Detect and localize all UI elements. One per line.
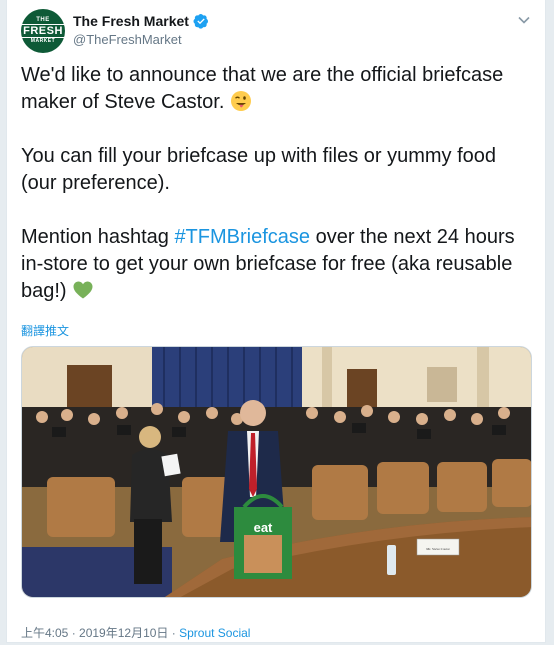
display-name-text: The Fresh Market bbox=[73, 13, 189, 29]
tweet-paragraph-3: Mention hashtag #TFMBriefcase over the n… bbox=[21, 224, 536, 305]
tweet-meta: 上午4:05 · 2019年12月10日 · Sprout Social bbox=[21, 624, 250, 641]
avatar-line3: MARKET bbox=[30, 38, 56, 44]
winking-tongue-face-emoji bbox=[230, 91, 251, 111]
avatar-line1: THE bbox=[36, 17, 50, 23]
handle[interactable]: @TheFreshMarket bbox=[73, 32, 182, 47]
tweet-card[interactable]: THE FRESH MARKET The Fresh Market @TheFr… bbox=[6, 0, 546, 643]
translate-tweet-link[interactable]: 翻譯推文 bbox=[21, 322, 69, 339]
hashtag-link[interactable]: #TFMBriefcase bbox=[174, 226, 310, 248]
tweet-paragraph-2: You can fill your briefcase up with file… bbox=[21, 145, 497, 194]
paragraph-1-text: We'd like to announce that we are the of… bbox=[21, 64, 504, 113]
green-heart-emoji bbox=[73, 281, 93, 299]
tweet-paragraph-1: We'd like to announce that we are the of… bbox=[21, 62, 536, 116]
meta-separator: · bbox=[168, 626, 180, 640]
display-name[interactable]: The Fresh Market bbox=[73, 13, 209, 29]
tweet-photo[interactable]: Mr. Steve Castor eat bbox=[21, 346, 532, 598]
avatar[interactable]: THE FRESH MARKET bbox=[21, 9, 65, 53]
tweet-text: We'd like to announce that we are the of… bbox=[21, 62, 536, 332]
chevron-down-icon[interactable] bbox=[517, 13, 531, 27]
avatar-line2: FRESH bbox=[22, 24, 64, 38]
verified-badge-icon bbox=[193, 14, 208, 29]
paragraph-3-before: Mention hashtag bbox=[21, 226, 175, 248]
source-link[interactable]: Sprout Social bbox=[179, 626, 250, 640]
nameplate: Mr. Steve Castor bbox=[426, 547, 450, 551]
hearing-room-photo: Mr. Steve Castor eat bbox=[22, 347, 531, 597]
bag-eat-label: eat bbox=[254, 520, 273, 535]
timestamp[interactable]: 上午4:05 · 2019年12月10日 bbox=[21, 626, 168, 640]
